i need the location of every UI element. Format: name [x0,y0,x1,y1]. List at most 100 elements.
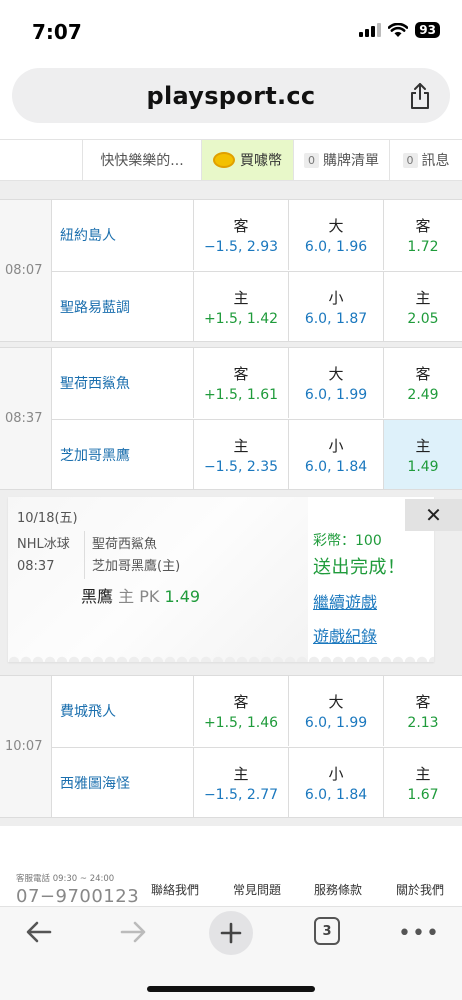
spread-odds-cell[interactable]: 客 +1.5, 1.61 [194,348,289,418]
confirm-divider [84,531,85,579]
row-divider [0,818,462,826]
share-icon[interactable] [408,82,432,110]
total-label: 大 [328,693,344,711]
moneyline-odds-cell[interactable]: 客 1.72 [384,200,462,270]
moneyline-label: 客 [415,365,431,383]
msg-count-badge: 0 [402,152,418,168]
wifi-icon [388,22,409,37]
purchase-list-button[interactable]: 0 購牌清單 [294,140,390,180]
team-row-home: 聖路易藍調 主 +1.5, 1.42 小 6.0, 1.87 主 2.05 [52,271,462,341]
tabs-button[interactable]: 3 [314,917,340,945]
team-row-away: 聖荷西鯊魚 客 +1.5, 1.61 大 6.0, 1.99 客 2.49 [52,348,462,418]
team-name[interactable]: 費城飛人 [52,676,194,746]
moneyline-odds-cell[interactable]: 客 2.13 [384,676,462,746]
team-row-home: 西雅圖海怪 主 −1.5, 2.77 小 6.0, 1.84 主 1.67 [52,747,462,817]
spread-value: +1.5, 1.42 [203,310,279,327]
messages-label: 訊息 [421,153,450,169]
confirm-date: 10/18(五) [17,511,78,526]
total-odds-cell[interactable]: 小 6.0, 1.87 [289,272,384,341]
status-time: 7:07 [32,20,82,44]
total-label: 小 [328,764,344,783]
total-value: 6.0, 1.99 [304,715,368,731]
confirm-coins: 彩幣：100 [313,533,382,549]
spread-value: −1.5, 2.35 [203,458,279,475]
team-name[interactable]: 聖荷西鯊魚 [52,348,194,418]
spread-label: 客 [233,693,249,711]
spread-odds-cell[interactable]: 客 +1.5, 1.46 [194,676,289,746]
game-time: 08:37 [0,348,52,489]
user-nickname[interactable]: 快快樂樂的... [83,140,202,180]
spread-label: 主 [233,764,249,783]
total-odds-cell[interactable]: 大 6.0, 1.99 [289,348,384,418]
game-time: 10:07 [0,676,52,817]
moneyline-label: 主 [415,288,431,307]
header-spacer [0,140,83,180]
buy-coins-label: 買噱幣 [240,153,282,169]
address-bar[interactable]: playsport.cc [12,68,450,123]
support-phone[interactable]: 07−9700123 [16,886,139,907]
total-odds-cell[interactable]: 小 6.0, 1.84 [289,748,384,817]
buy-coins-button[interactable]: 買噱幣 [202,140,294,180]
total-odds-cell[interactable]: 大 6.0, 1.99 [289,676,384,746]
moneyline-label: 主 [415,764,431,783]
spread-label: 客 [233,217,249,235]
game-time: 08:07 [0,200,52,341]
cart-count-badge: 0 [304,152,319,168]
team-name[interactable]: 紐約島人 [52,200,194,270]
spread-odds-cell[interactable]: 主 −1.5, 2.35 [194,420,289,489]
moneyline-label: 客 [415,217,431,235]
footer-link-about[interactable]: 關於我們 [396,881,444,898]
forward-arrow-icon[interactable] [118,917,148,947]
moneyline-value: 1.72 [407,239,439,255]
team-name[interactable]: 西雅圖海怪 [52,748,194,817]
moneyline-value: 2.05 [407,310,439,327]
continue-game-link[interactable]: 繼續遊戲 [313,589,377,613]
battery-icon: 93 [415,22,440,38]
total-odds-cell[interactable]: 大 6.0, 1.96 [289,200,384,270]
team-row-away: 紐約島人 客 −1.5, 2.93 大 6.0, 1.96 客 1.72 [52,200,462,270]
row-divider [0,181,462,199]
close-icon: ✕ [425,503,442,527]
team-row-away: 費城飛人 客 +1.5, 1.46 大 6.0, 1.99 客 2.13 [52,676,462,746]
moneyline-value: 2.49 [407,387,439,403]
spread-odds-cell[interactable]: 客 −1.5, 2.93 [194,200,289,270]
back-arrow-icon[interactable] [24,917,54,947]
team-name[interactable]: 聖路易藍調 [52,272,194,341]
status-icons: 93 [359,22,440,38]
confirm-pick: 黑鷹 主 PK 1.49 [81,583,200,607]
panel-zigzag-edge [8,652,434,662]
url-text[interactable]: playsport.cc [147,82,316,110]
confirm-time: 08:37 [17,559,55,574]
moneyline-odds-cell-selected[interactable]: 主 1.49 [384,420,462,489]
game-history-link[interactable]: 遊戲紀錄 [313,623,377,647]
close-button[interactable]: ✕ [405,499,462,531]
spread-value: −1.5, 2.77 [203,786,279,803]
moneyline-odds-cell[interactable]: 主 2.05 [384,272,462,341]
more-icon[interactable]: ••• [398,921,440,946]
moneyline-odds-cell[interactable]: 客 2.49 [384,348,462,418]
new-tab-button[interactable] [209,911,253,955]
total-value: 6.0, 1.87 [304,310,368,327]
support-phone-label: 客服電話 09:30 ~ 24:00 [16,874,115,884]
cart-label: 購牌清單 [323,153,379,169]
pick-type: PK [139,587,160,606]
total-value: 6.0, 1.96 [304,239,368,255]
total-value: 6.0, 1.99 [304,387,368,403]
footer-link-terms[interactable]: 服務條款 [314,881,362,898]
pick-team: 黑鷹 [81,587,114,606]
spread-label: 客 [233,365,249,383]
moneyline-odds-cell[interactable]: 主 1.67 [384,748,462,817]
total-odds-cell[interactable]: 小 6.0, 1.84 [289,420,384,489]
messages-button[interactable]: 0 訊息 [390,140,462,180]
spread-odds-cell[interactable]: 主 +1.5, 1.42 [194,272,289,341]
game-row: 08:07 紐約島人 客 −1.5, 2.93 大 6.0, 1.96 客 1.72 … [0,199,462,342]
footer-link-faq[interactable]: 常見問題 [233,881,281,898]
moneyline-label: 主 [415,436,431,455]
team-name[interactable]: 芝加哥黑鷹 [52,420,194,489]
spread-odds-cell[interactable]: 主 −1.5, 2.77 [194,748,289,817]
confirm-league: NHL冰球 [17,537,70,552]
footer-link-contact[interactable]: 聯絡我們 [151,881,199,898]
status-bar: 7:07 93 [0,0,462,60]
total-label: 大 [328,365,344,383]
plus-icon [220,922,242,944]
